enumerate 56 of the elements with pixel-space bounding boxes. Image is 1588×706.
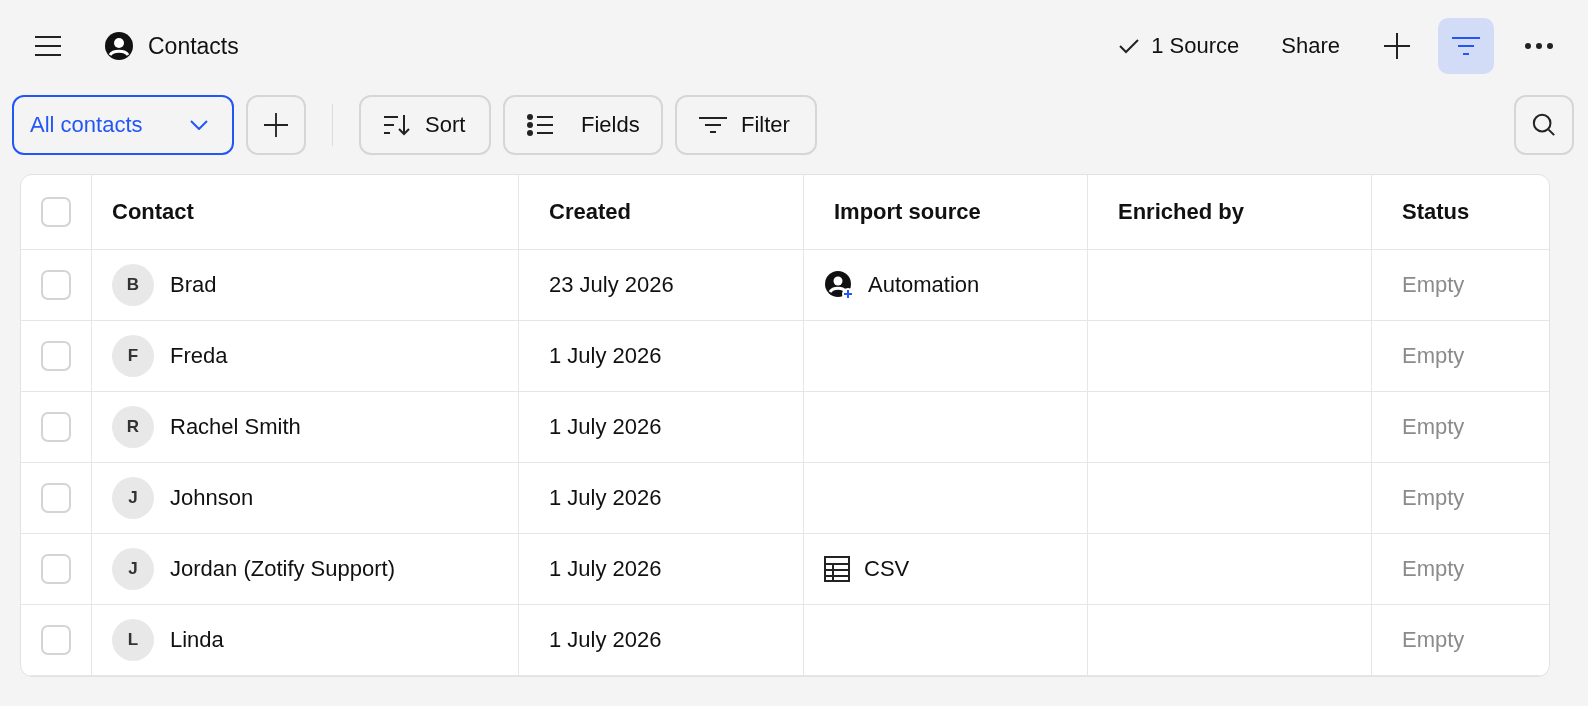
contact-name[interactable]: Linda xyxy=(170,627,224,653)
view-dropdown[interactable]: All contacts xyxy=(12,95,234,155)
contact-name[interactable]: Rachel Smith xyxy=(170,414,301,440)
list-icon xyxy=(527,114,553,136)
created-date: 1 July 2026 xyxy=(549,485,662,511)
filter-button[interactable] xyxy=(1438,18,1494,74)
column-header[interactable]: Created xyxy=(549,199,631,225)
more-icon[interactable] xyxy=(1524,42,1554,50)
filter-icon xyxy=(699,116,727,134)
created-date: 23 July 2026 xyxy=(549,272,674,298)
contact-name[interactable]: Brad xyxy=(170,272,217,298)
row-checkbox[interactable] xyxy=(41,270,71,300)
row-checkbox[interactable] xyxy=(41,483,71,513)
avatar-initial: B xyxy=(112,264,154,306)
fields-button[interactable]: Fields xyxy=(503,95,663,155)
contact-name[interactable]: Freda xyxy=(170,343,228,369)
avatar-initial: R xyxy=(112,406,154,448)
filter-button[interactable]: Filter xyxy=(675,95,817,155)
import-source: Automation xyxy=(868,272,980,298)
column-header[interactable]: Import source xyxy=(834,199,981,225)
check-icon xyxy=(1119,38,1140,54)
source-button[interactable]: 1 Source xyxy=(1111,27,1248,65)
person-icon xyxy=(104,31,134,61)
created-date: 1 July 2026 xyxy=(549,556,662,582)
avatar-initial: L xyxy=(112,619,154,661)
row-checkbox[interactable] xyxy=(41,625,71,655)
avatar-initial: F xyxy=(112,335,154,377)
sort-icon xyxy=(383,114,411,136)
menu-icon[interactable] xyxy=(34,35,62,57)
column-header[interactable]: Status xyxy=(1402,199,1470,225)
created-date: 1 July 2026 xyxy=(549,414,662,440)
created-date: 1 July 2026 xyxy=(549,343,662,369)
search-icon xyxy=(1532,112,1556,138)
chevron-down-icon xyxy=(190,120,208,130)
select-all-checkbox[interactable] xyxy=(41,197,71,227)
avatar-initial: J xyxy=(112,548,154,590)
filter-icon xyxy=(1451,36,1481,56)
created-date: 1 July 2026 xyxy=(549,627,662,653)
add-view-button[interactable] xyxy=(246,95,306,155)
row-checkbox[interactable] xyxy=(41,341,71,371)
search-button[interactable] xyxy=(1514,95,1574,155)
import-source: CSV xyxy=(864,556,910,582)
row-checkbox[interactable] xyxy=(41,554,71,584)
sort-button[interactable]: Sort xyxy=(359,95,491,155)
column-header[interactable]: Enriched by xyxy=(1118,199,1244,225)
share-button[interactable]: Share xyxy=(1273,27,1348,65)
add-icon[interactable] xyxy=(1384,33,1410,59)
person-plus-icon xyxy=(824,270,854,300)
avatar-initial: J xyxy=(112,477,154,519)
table-icon xyxy=(824,556,850,582)
plus-icon xyxy=(264,112,288,138)
column-header[interactable]: Contact xyxy=(112,199,194,225)
contact-name[interactable]: Johnson xyxy=(170,485,254,511)
contact-name[interactable]: Jordan (Zotify Support) xyxy=(170,556,395,582)
page-title: Contacts xyxy=(148,32,239,60)
row-checkbox[interactable] xyxy=(41,412,71,442)
